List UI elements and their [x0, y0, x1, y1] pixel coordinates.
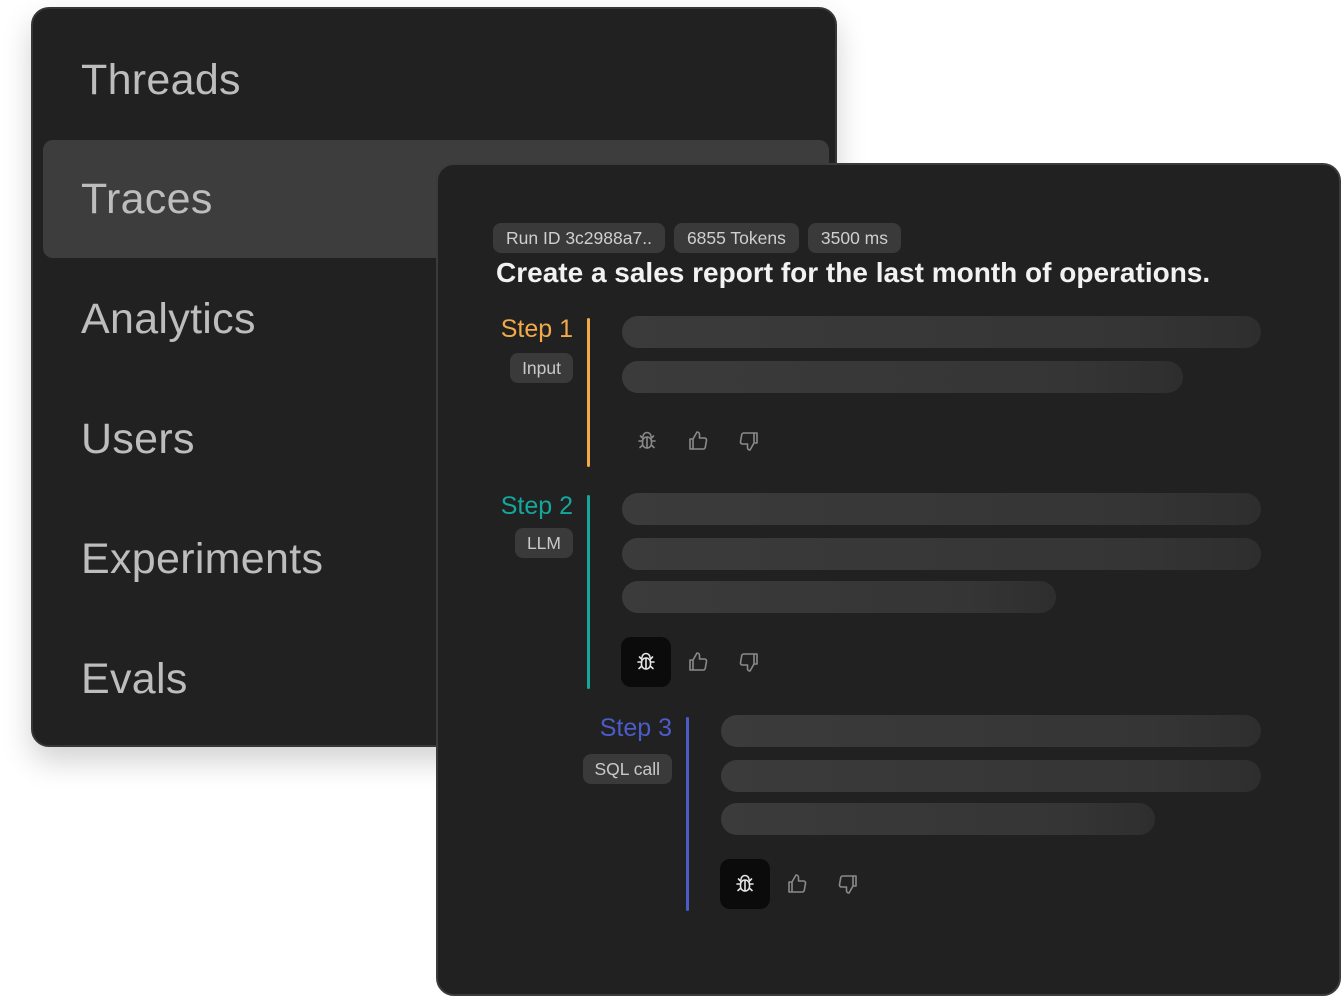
- nav-item-label: Traces: [81, 174, 213, 223]
- step-3-type-badge: SQL call: [582, 754, 672, 784]
- step-2-name: Step 2: [500, 492, 573, 520]
- step-2-skeleton-line: [622, 538, 1261, 570]
- tokens-chip: 6855 Tokens: [673, 223, 799, 253]
- thumbs-up-icon[interactable]: [673, 416, 723, 466]
- nav-item-label: Users: [81, 414, 195, 463]
- run-title: Create a sales report for the last month…: [496, 257, 1211, 288]
- bug-icon[interactable]: [720, 859, 770, 909]
- step-1-type-badge: Input: [510, 353, 573, 383]
- bug-icon[interactable]: [621, 637, 671, 687]
- nav-item-label: Analytics: [81, 294, 256, 343]
- step-1-skeleton-line: [622, 361, 1183, 393]
- step-3-skeleton-line: [721, 760, 1261, 792]
- duration-chip: 3500 ms: [807, 223, 901, 253]
- step-1-skeleton-line: [622, 316, 1261, 348]
- step-1-name: Step 1: [500, 315, 573, 343]
- thumbs-up-icon[interactable]: [673, 637, 723, 687]
- step-2-type-badge: LLM: [514, 528, 573, 558]
- step-1-line: [587, 318, 590, 467]
- step-2-header: Step 2 LLM: [468, 492, 573, 562]
- step-3-skeleton-line: [721, 715, 1261, 747]
- step-3-header: Step 3 SQL call: [568, 714, 672, 786]
- trace-card: Run ID 3c2988a7.. 6855 Tokens 3500 ms Cr…: [436, 163, 1341, 996]
- step-2-skeleton-line: [622, 581, 1056, 613]
- thumbs-up-icon[interactable]: [772, 859, 822, 909]
- nav-item-label: Evals: [81, 654, 188, 703]
- step-3-name: Step 3: [599, 714, 672, 742]
- thumbs-down-icon[interactable]: [823, 859, 873, 909]
- step-2-skeleton-line: [622, 493, 1261, 525]
- run-id-chip: Run ID 3c2988a7..: [493, 223, 665, 253]
- step-1-header: Step 1 Input: [468, 315, 573, 385]
- nav-item-threads[interactable]: Threads: [43, 21, 829, 139]
- nav-item-label: Threads: [81, 55, 241, 104]
- bug-icon[interactable]: [622, 416, 672, 466]
- step-3-line: [686, 717, 689, 911]
- run-meta-chips: Run ID 3c2988a7.. 6855 Tokens 3500 ms: [493, 223, 901, 253]
- thumbs-down-icon[interactable]: [724, 637, 774, 687]
- nav-item-label: Experiments: [81, 534, 324, 583]
- step-3-skeleton-line: [721, 803, 1155, 835]
- thumbs-down-icon[interactable]: [724, 416, 774, 466]
- step-2-line: [587, 495, 590, 689]
